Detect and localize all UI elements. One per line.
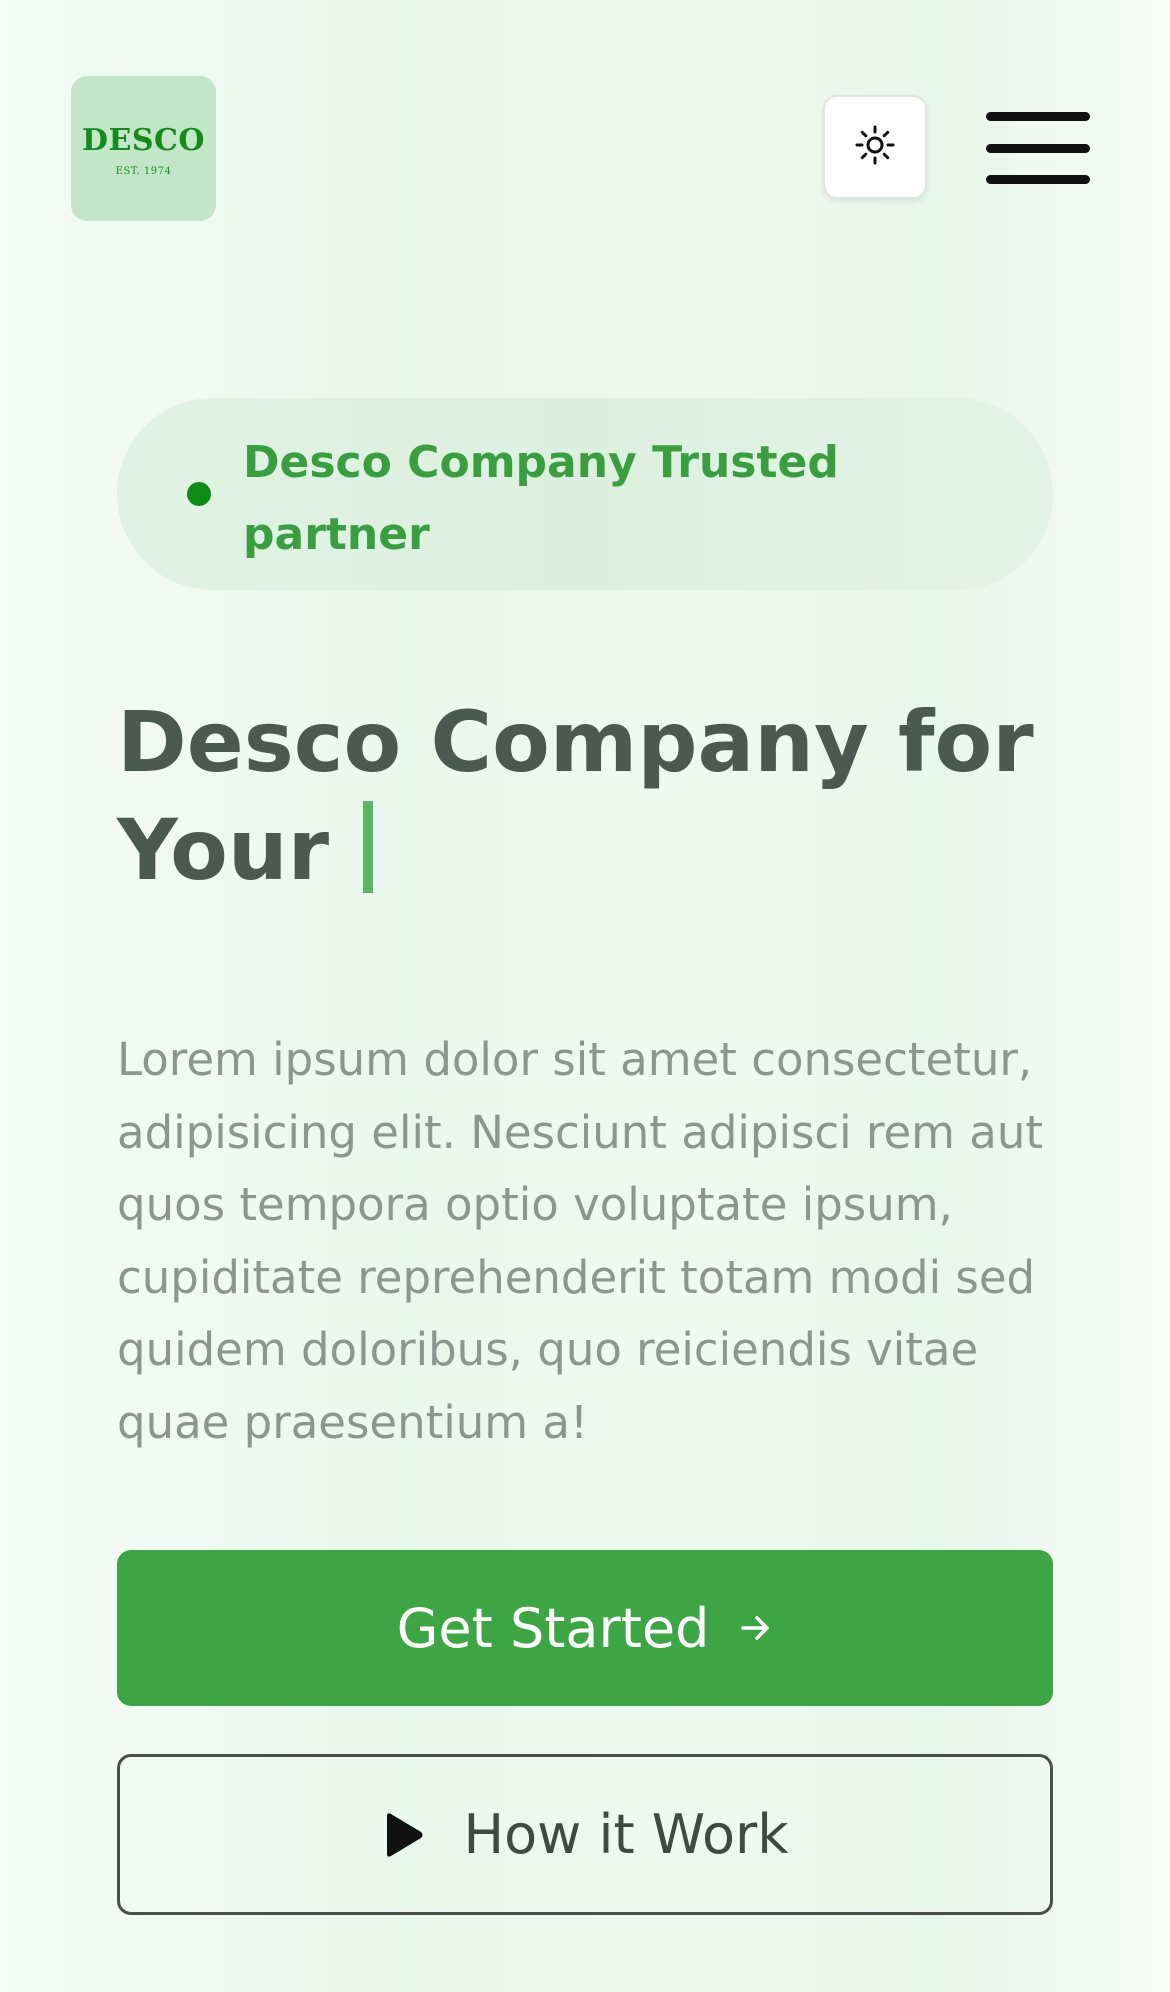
status-dot-icon — [187, 482, 211, 506]
trusted-partner-badge: Desco Company Trusted partner — [117, 398, 1053, 590]
menu-bar — [986, 112, 1090, 121]
how-it-work-button[interactable]: How it Work — [117, 1754, 1053, 1915]
logo-text: DESCO — [81, 123, 206, 158]
hero-title-text: Desco Company for Your — [117, 693, 1034, 899]
arrow-right-icon — [737, 1610, 773, 1646]
badge-label: Desco Company Trusted partner — [243, 437, 839, 560]
logo[interactable]: DESCO EST. 1974 — [71, 76, 216, 221]
menu-bar — [986, 143, 1090, 153]
typing-cursor — [363, 801, 374, 893]
theme-toggle-button[interactable] — [823, 95, 927, 199]
get-started-label: Get Started — [396, 1596, 710, 1660]
sun-icon — [853, 123, 897, 171]
how-it-work-label: How it Work — [463, 1803, 789, 1866]
hamburger-menu-icon[interactable] — [986, 106, 1090, 190]
hero-description: Lorem ipsum dolor sit amet consectetur, … — [117, 1033, 1044, 1449]
hero-title: Desco Company for Your — [117, 688, 1057, 904]
menu-bar — [986, 175, 1090, 184]
logo-subtext: EST. 1974 — [115, 166, 172, 177]
get-started-button[interactable]: Get Started — [117, 1550, 1053, 1706]
play-icon — [381, 1811, 425, 1859]
